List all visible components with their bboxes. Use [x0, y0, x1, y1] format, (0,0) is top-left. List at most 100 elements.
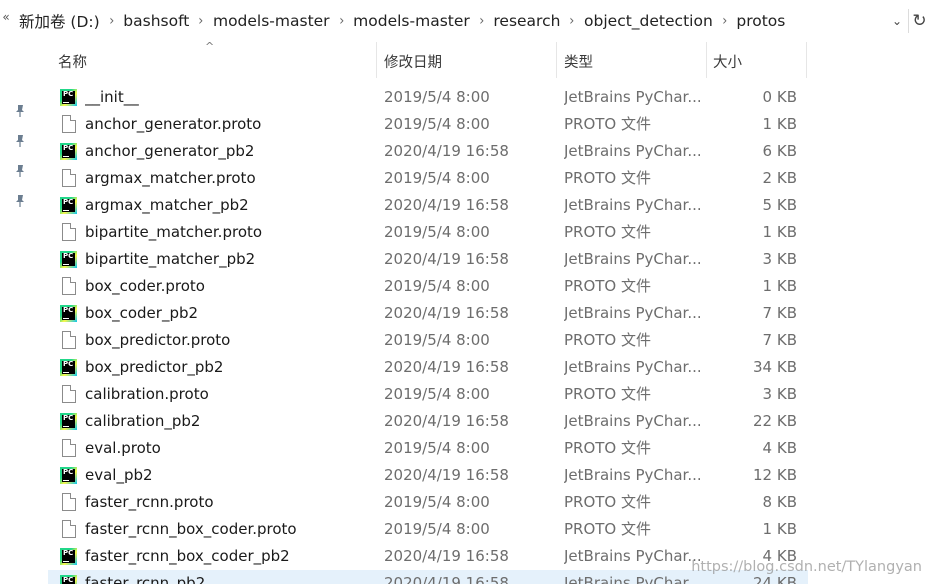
- breadcrumb-overflow-icon[interactable]: «: [0, 10, 12, 24]
- file-size: 6 KB: [762, 142, 797, 160]
- column-divider[interactable]: [556, 42, 557, 78]
- pycharm-logo: PC: [60, 359, 77, 376]
- document-shape: [62, 277, 76, 295]
- file-type: JetBrains PyChar...: [564, 466, 700, 484]
- file-row[interactable]: PC eval_pb2 2020/4/19 16:58 JetBrains PyCha…: [48, 462, 808, 489]
- file-date: 2019/5/4 8:00: [384, 331, 490, 349]
- column-divider[interactable]: [806, 42, 807, 78]
- file-name: box_predictor.proto: [85, 331, 231, 349]
- file-icon: [60, 439, 78, 457]
- file-name: box_coder.proto: [85, 277, 205, 295]
- pycharm-icon: PC: [60, 196, 78, 214]
- file-row[interactable]: PC calibration_pb2 2020/4/19 16:58 JetBrain…: [48, 408, 808, 435]
- file-size: 4 KB: [762, 439, 797, 457]
- pin-icon[interactable]: [14, 194, 26, 208]
- navigation-pane: [0, 42, 48, 584]
- file-name: faster_rcnn.proto: [85, 493, 214, 511]
- file-name: argmax_matcher_pb2: [85, 196, 249, 214]
- file-size: 0 KB: [762, 88, 797, 106]
- address-bar-controls: ⌄ ↻: [886, 9, 930, 33]
- document-shape: [62, 169, 76, 187]
- file-icon: [60, 277, 78, 295]
- chevron-right-icon[interactable]: ›: [719, 13, 729, 29]
- file-row[interactable]: PC bipartite_matcher_pb2 2020/4/19 16:58 Je…: [48, 246, 808, 273]
- pin-icon[interactable]: [14, 164, 26, 178]
- file-row[interactable]: eval.proto 2019/5/4 8:00 PROTO 文件 4 KB: [48, 435, 808, 462]
- file-date: 2020/4/19 16:58: [384, 250, 509, 268]
- pin-icon[interactable]: [14, 134, 26, 148]
- pycharm-logo: PC: [60, 251, 77, 268]
- pycharm-icon: PC: [60, 250, 78, 268]
- file-type: JetBrains PyChar...: [564, 250, 700, 268]
- file-type: PROTO 文件: [564, 520, 652, 538]
- column-header-type[interactable]: 类型: [564, 42, 706, 80]
- file-row[interactable]: PC argmax_matcher_pb2 2020/4/19 16:58 JetBr…: [48, 192, 808, 219]
- file-size: 22 KB: [753, 412, 797, 430]
- breadcrumb-item[interactable]: research: [487, 12, 566, 30]
- file-row[interactable]: PC box_predictor_pb2 2020/4/19 16:58 JetBra…: [48, 354, 808, 381]
- file-icon: [60, 331, 78, 349]
- file-row[interactable]: faster_rcnn.proto 2019/5/4 8:00 PROTO 文件 8 …: [48, 489, 808, 516]
- file-name: box_coder_pb2: [85, 304, 199, 322]
- file-date: 2020/4/19 16:58: [384, 358, 509, 376]
- file-date: 2020/4/19 16:58: [384, 196, 509, 214]
- file-date: 2019/5/4 8:00: [384, 169, 490, 187]
- chevron-right-icon[interactable]: ›: [196, 13, 206, 29]
- address-bar: « 新加卷 (D:) › bashsoft › models-master › …: [0, 0, 930, 42]
- pin-icon[interactable]: [14, 104, 26, 118]
- file-row[interactable]: argmax_matcher.proto 2019/5/4 8:00 PROTO 文…: [48, 165, 808, 192]
- column-divider[interactable]: [706, 42, 707, 78]
- pycharm-logo: PC: [60, 305, 77, 322]
- file-row[interactable]: faster_rcnn_box_coder.proto 2019/5/4 8:00…: [48, 516, 808, 543]
- breadcrumb-item[interactable]: models-master: [347, 12, 476, 30]
- breadcrumb-item-current[interactable]: protos: [730, 12, 791, 30]
- file-row[interactable]: box_predictor.proto 2019/5/4 8:00 PROTO 文件…: [48, 327, 808, 354]
- pycharm-logo: PC: [60, 467, 77, 484]
- file-date: 2019/5/4 8:00: [384, 223, 490, 241]
- breadcrumb-item[interactable]: 新加卷 (D:): [13, 10, 106, 32]
- file-type: JetBrains PyChar...: [564, 574, 700, 584]
- file-size: 1 KB: [762, 223, 797, 241]
- file-date: 2020/4/19 16:58: [384, 412, 509, 430]
- pycharm-logo: PC: [60, 548, 77, 565]
- file-type: JetBrains PyChar...: [564, 547, 700, 565]
- file-type: PROTO 文件: [564, 223, 652, 241]
- file-type: PROTO 文件: [564, 277, 652, 295]
- column-header-name[interactable]: 名称: [58, 42, 376, 80]
- file-row[interactable]: bipartite_matcher.proto 2019/5/4 8:00 PROT…: [48, 219, 808, 246]
- file-row[interactable]: box_coder.proto 2019/5/4 8:00 PROTO 文件 1 KB: [48, 273, 808, 300]
- column-header-size[interactable]: 大小: [713, 42, 806, 80]
- column-header-date[interactable]: 修改日期: [384, 42, 556, 80]
- file-row[interactable]: PC anchor_generator_pb2 2020/4/19 16:58 Jet…: [48, 138, 808, 165]
- chevron-right-icon[interactable]: ›: [476, 13, 486, 29]
- column-divider[interactable]: [376, 42, 377, 78]
- file-date: 2019/5/4 8:00: [384, 385, 490, 403]
- chevron-right-icon[interactable]: ›: [336, 13, 346, 29]
- file-row[interactable]: PC __init__ 2019/5/4 8:00 JetBrains PyChar.…: [48, 84, 808, 111]
- chevron-right-icon[interactable]: ›: [567, 13, 577, 29]
- file-row[interactable]: anchor_generator.proto 2019/5/4 8:00 PROTO…: [48, 111, 808, 138]
- file-icon: [60, 520, 78, 538]
- file-size: 3 KB: [762, 385, 797, 403]
- file-type: PROTO 文件: [564, 115, 652, 133]
- file-name: __init__: [85, 88, 139, 106]
- chevron-right-icon[interactable]: ›: [106, 13, 116, 29]
- file-type: JetBrains PyChar...: [564, 88, 700, 106]
- refresh-icon[interactable]: ↻: [908, 9, 930, 33]
- file-row[interactable]: PC box_coder_pb2 2020/4/19 16:58 JetBrains …: [48, 300, 808, 327]
- file-date: 2020/4/19 16:58: [384, 466, 509, 484]
- file-size: 3 KB: [762, 250, 797, 268]
- file-date: 2019/5/4 8:00: [384, 277, 490, 295]
- file-row[interactable]: calibration.proto 2019/5/4 8:00 PROTO 文件 3 …: [48, 381, 808, 408]
- breadcrumb-item[interactable]: models-master: [207, 12, 336, 30]
- breadcrumb-item[interactable]: object_detection: [578, 12, 719, 30]
- chevron-down-icon[interactable]: ⌄: [886, 9, 908, 33]
- file-size: 12 KB: [753, 466, 797, 484]
- file-type: JetBrains PyChar...: [564, 142, 700, 160]
- file-name: calibration_pb2: [85, 412, 201, 430]
- pycharm-logo: PC: [60, 413, 77, 430]
- file-type: PROTO 文件: [564, 331, 652, 349]
- file-size: 5 KB: [762, 196, 797, 214]
- breadcrumb-item[interactable]: bashsoft: [117, 12, 195, 30]
- file-name: faster_rcnn_pb2: [85, 574, 206, 584]
